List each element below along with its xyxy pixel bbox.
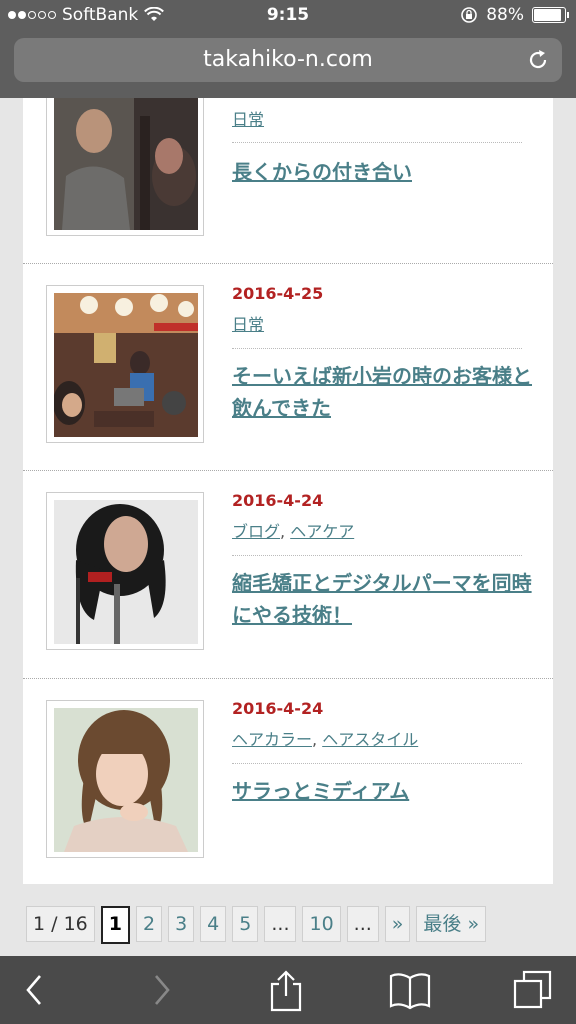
page-info: 1 / 16 [26,906,95,942]
thumbnail-image [54,98,198,230]
category-link[interactable]: ヘアカラー [232,730,312,749]
divider [232,142,522,143]
tabs-icon[interactable] [512,970,554,1010]
post-list: 日常 長くからの付き合い 2016-4-25 日常 そーいえば新小岩の時のお客様… [23,98,553,884]
orientation-lock-icon [461,7,478,23]
thumbnail-image [54,293,198,437]
post-title-link[interactable]: サラっとミディアム [232,775,532,807]
post-title-link[interactable]: 縮毛矯正とデジタルパーマを同時にやる技術！ [232,567,532,631]
browser-chrome: takahiko-n.com [0,32,576,98]
post-thumbnail[interactable] [46,285,204,443]
page-current: 1 [100,906,130,944]
divider [232,763,522,764]
separator [23,678,553,679]
category-link[interactable]: 日常 [232,110,264,129]
book-icon[interactable] [388,970,432,1010]
page-link[interactable]: 10 [302,906,341,942]
post-thumbnail[interactable] [46,98,204,236]
next-page-button[interactable]: » [384,906,411,942]
divider [232,348,522,349]
browser-toolbar [0,956,576,1024]
post-date: 2016-4-25 [232,284,324,303]
page-link[interactable]: 5 [232,906,259,942]
battery-icon [532,7,569,23]
divider [232,555,522,556]
page-ellipsis: ... [346,906,379,942]
status-bar: SoftBank 9:15 88% [0,0,576,32]
page-link[interactable]: 2 [135,906,163,942]
battery-percent: 88% [486,5,524,25]
battery-area: 88% [460,5,569,25]
chevron-right-icon[interactable] [150,970,176,1010]
chevron-left-icon[interactable] [20,970,46,1010]
address-bar[interactable]: takahiko-n.com [14,38,562,82]
post-title-link[interactable]: そーいえば新小岩の時のお客様と飲んできた [232,360,532,424]
post-thumbnail[interactable] [46,700,204,858]
page-link[interactable]: 4 [200,906,227,942]
category-link[interactable]: 日常 [232,315,264,334]
post-title-link[interactable]: 長くからの付き合い [232,156,532,188]
post-categories: ヘアカラー, ヘアスタイル [232,730,419,749]
page-link[interactable]: 3 [168,906,195,942]
post-date: 2016-4-24 [232,699,324,718]
share-icon[interactable] [268,970,304,1012]
category-link[interactable]: ヘアケア [290,522,354,541]
category-link[interactable]: ヘアスタイル [322,730,418,749]
thumbnail-image [54,708,198,852]
category-link[interactable]: ブログ [232,522,280,541]
url-text: takahiko-n.com [203,47,373,72]
separator [23,263,553,264]
post-categories: ブログ, ヘアケア [232,522,355,541]
post-categories: 日常 [232,311,264,335]
post-categories: 日常 [232,106,264,130]
pagination: 1 / 16 1 2 3 4 5 ... 10 ... » 最後 » [26,906,487,944]
post-thumbnail[interactable] [46,492,204,650]
last-page-button[interactable]: 最後 » [416,906,487,942]
page-ellipsis: ... [264,906,297,942]
reload-icon[interactable] [526,48,550,72]
separator [23,470,553,471]
thumbnail-image [54,500,198,644]
post-date: 2016-4-24 [232,491,324,510]
